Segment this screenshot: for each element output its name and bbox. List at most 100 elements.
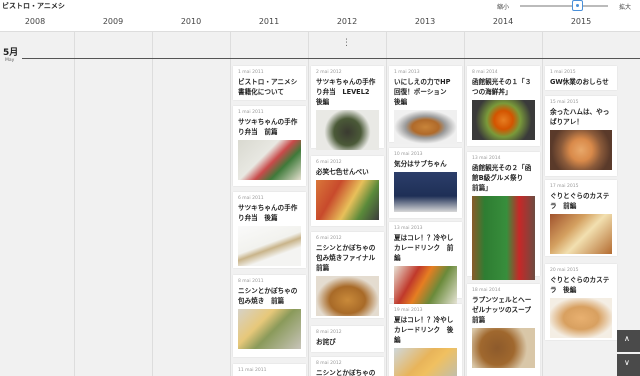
chevron-up-icon: ∧ xyxy=(624,334,630,343)
post-date: 8 mai 2012 xyxy=(316,330,342,335)
gridline xyxy=(230,32,231,376)
post-title: 気分はサブちゃん xyxy=(394,160,447,168)
post-title: ぐりとぐらのカステラ 前編 xyxy=(550,192,610,210)
post-thumbnail xyxy=(550,130,612,170)
post-card[interactable]: 20 mai 2015 ぐりとぐらのカステラ 後編 xyxy=(545,264,617,340)
post-title: 必笑七色せんべい xyxy=(316,168,369,176)
post-thumbnail xyxy=(394,172,457,212)
gridline xyxy=(74,32,75,376)
post-card[interactable]: 1 mai 2015 GW休業のおしらせ xyxy=(545,66,617,90)
post-thumbnail xyxy=(238,140,301,180)
post-date: 13 mai 2013 xyxy=(394,226,423,231)
post-card[interactable]: 2 mai 2012 サツキちゃんの手作り弁当 LEVEL2 後編 xyxy=(311,66,384,150)
post-card[interactable]: 1 mai 2011 サツキちゃんの手作り弁当 前篇 xyxy=(233,106,306,186)
post-date: 6 mai 2012 xyxy=(316,236,342,241)
post-title: サツキちゃんの手作り弁当 前篇 xyxy=(238,118,298,136)
post-card[interactable]: 13 mai 2013 夏はコレ！？冷やしカレードリンク 前編 xyxy=(389,222,462,306)
post-card[interactable]: 6 mai 2011 サツキちゃんの手作り弁当 後篇 xyxy=(233,192,306,268)
post-date: 13 mai 2014 xyxy=(472,156,501,161)
post-date: 1 mai 2011 xyxy=(238,110,264,115)
app-title[interactable]: ビストロ・アニメシ xyxy=(2,1,65,11)
post-date: 8 mai 2014 xyxy=(472,70,498,75)
post-card[interactable]: 1 mai 2013 いにしえの力でHP回復！ポーション 後編 xyxy=(389,66,462,144)
post-date: 8 mai 2012 xyxy=(316,361,342,366)
year-2011[interactable]: 2011 xyxy=(249,17,289,26)
year-2015[interactable]: 2015 xyxy=(561,17,601,26)
post-thumbnail xyxy=(394,110,457,144)
post-thumbnail xyxy=(238,309,301,349)
post-date: 1 mai 2015 xyxy=(550,70,576,75)
post-title: ニシンとかぼちゃの包み焼き 前篇 xyxy=(238,287,298,305)
post-card[interactable]: 19 mai 2013 夏はコレ！？冷やしカレードリンク 後編 xyxy=(389,304,462,376)
year-2012[interactable]: 2012 xyxy=(327,17,367,26)
post-title: ラプンツェルとヘーゼルナッツのスープ 前篇 xyxy=(472,296,538,324)
post-card[interactable]: 1 mai 2011 ビストロ・アニメシ書籍化について xyxy=(233,66,306,100)
post-title: お詫び xyxy=(316,338,336,346)
gridline xyxy=(152,32,153,376)
post-date: 10 mai 2013 xyxy=(394,152,423,157)
year-2008[interactable]: 2008 xyxy=(15,17,55,26)
post-date: 19 mai 2013 xyxy=(394,308,423,313)
year-2014[interactable]: 2014 xyxy=(483,17,523,26)
post-card[interactable]: 6 mai 2012 必笑七色せんべい xyxy=(311,156,384,226)
gridline xyxy=(386,32,387,376)
post-card[interactable]: 10 mai 2013 気分はサブちゃん xyxy=(389,148,462,218)
scroll-down-button[interactable]: ∨ xyxy=(617,354,640,376)
post-thumbnail xyxy=(316,180,379,220)
post-date: 8 mai 2011 xyxy=(238,279,264,284)
post-thumbnail xyxy=(316,110,379,150)
post-card[interactable]: 18 mai 2014 ラプンツェルとヘーゼルナッツのスープ 前篇 xyxy=(467,284,540,376)
post-thumbnail xyxy=(472,100,535,140)
post-title: ぐりとぐらのカステラ 後編 xyxy=(550,276,610,294)
post-card[interactable]: 11 mai 2011 xyxy=(233,364,306,376)
post-card[interactable]: 8 mai 2014 函館観光その１「３つの海鮮丼」 xyxy=(467,66,540,146)
post-card[interactable]: 8 mai 2012 ニシンとかぼちゃの xyxy=(311,357,384,376)
post-thumbnail xyxy=(472,196,535,280)
year-2013[interactable]: 2013 xyxy=(405,17,445,26)
post-thumbnail xyxy=(550,298,612,338)
post-card[interactable]: 6 mai 2012 ニシンとかぼちゃの包み焼きファイナル 前篇 xyxy=(311,232,384,318)
zoom-in-label[interactable]: 拡大 xyxy=(619,2,631,11)
gridline xyxy=(308,32,309,376)
post-date: 6 mai 2011 xyxy=(238,196,264,201)
chevron-down-icon: ∨ xyxy=(624,358,630,367)
year-axis: 2008 2009 2010 2011 2012 2013 2014 2015 xyxy=(0,13,640,32)
zoom-slider-handle[interactable] xyxy=(572,0,583,11)
post-title: 函館観光その１「３つの海鮮丼」 xyxy=(472,78,532,96)
post-title: GW休業のおしらせ xyxy=(550,78,609,86)
post-title: ビストロ・アニメシ書籍化について xyxy=(238,78,298,96)
gridline xyxy=(464,32,465,376)
post-card[interactable]: 15 mai 2015 余ったハムは、やっぱりアレ！ xyxy=(545,96,617,176)
more-icon[interactable]: ⋮ xyxy=(342,39,351,48)
zoom-out-label[interactable]: 縮小 xyxy=(497,2,509,11)
post-title: 夏はコレ！？冷やしカレードリンク 後編 xyxy=(394,316,454,344)
year-2009[interactable]: 2009 xyxy=(93,17,133,26)
post-title: ニシンとかぼちゃの xyxy=(316,369,376,376)
post-date: 11 mai 2011 xyxy=(238,368,267,373)
post-title: 夏はコレ！？冷やしカレードリンク 前編 xyxy=(394,234,454,262)
post-date: 6 mai 2012 xyxy=(316,160,342,165)
post-title: 余ったハムは、やっぱりアレ！ xyxy=(550,108,610,126)
post-title: サツキちゃんの手作り弁当 後篇 xyxy=(238,204,298,222)
zoom-slider[interactable] xyxy=(520,5,608,7)
post-card[interactable]: 8 mai 2012 お詫び xyxy=(311,326,384,352)
post-date: 18 mai 2014 xyxy=(472,288,501,293)
post-card[interactable]: 17 mai 2015 ぐりとぐらのカステラ 前編 xyxy=(545,180,617,256)
post-thumbnail xyxy=(472,328,535,368)
month-sublabel: May xyxy=(5,58,15,63)
post-date: 2 mai 2012 xyxy=(316,70,342,75)
scroll-up-button[interactable]: ∧ xyxy=(617,330,640,352)
post-thumbnail xyxy=(394,348,457,376)
year-2010[interactable]: 2010 xyxy=(171,17,211,26)
post-card[interactable]: 13 mai 2014 函館観光その２「函館B級グルメ祭り 前篇」 xyxy=(467,152,540,280)
post-thumbnail xyxy=(316,276,379,316)
post-date: 20 mai 2015 xyxy=(550,268,579,273)
post-date: 1 mai 2013 xyxy=(394,70,420,75)
post-card[interactable]: 8 mai 2011 ニシンとかぼちゃの包み焼き 前篇 xyxy=(233,275,306,357)
month-label: 5月 xyxy=(3,48,19,58)
post-thumbnail xyxy=(394,266,457,306)
post-thumbnail xyxy=(238,226,301,266)
post-title: ニシンとかぼちゃの包み焼きファイナル 前篇 xyxy=(316,244,382,272)
post-thumbnail xyxy=(550,214,612,254)
month-divider xyxy=(22,58,640,59)
